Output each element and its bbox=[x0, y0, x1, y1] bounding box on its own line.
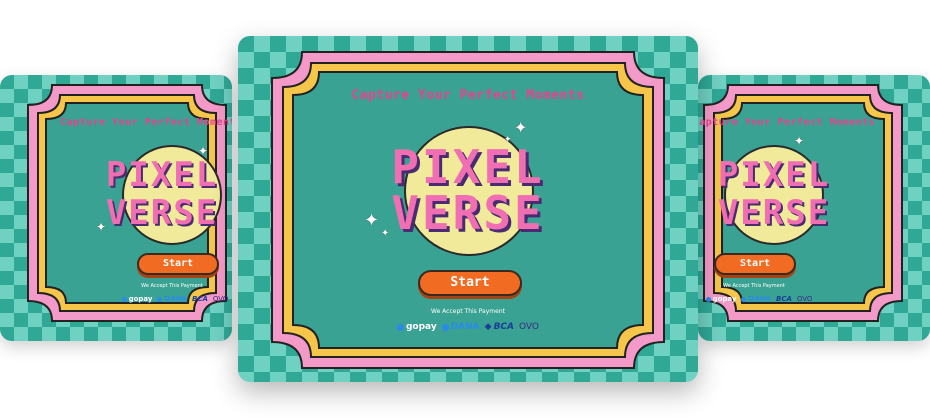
payment-caption: We Accept This Payment bbox=[141, 283, 203, 289]
logo-verse: VERSE bbox=[105, 193, 219, 233]
gopay-icon bbox=[705, 296, 711, 302]
sparkle-icon: ✦ bbox=[364, 210, 380, 231]
sparkle-icon: ✦ bbox=[96, 220, 107, 234]
dana-icon bbox=[741, 296, 747, 302]
logo-pixel: PIXEL bbox=[105, 155, 219, 195]
payment-caption: We Accept This Payment bbox=[431, 308, 505, 315]
bca-label: BCA bbox=[775, 295, 792, 303]
dana-icon bbox=[441, 323, 449, 331]
payment-logos: gopay DANA BCA OVO bbox=[118, 295, 232, 303]
logo-verse: VERSE bbox=[717, 193, 831, 233]
bca-label: BCA bbox=[493, 322, 514, 332]
payment-caption: We Accept This Payment bbox=[723, 283, 785, 289]
sparkle-icon: ✦ bbox=[514, 118, 528, 137]
dana-logo: DANA bbox=[157, 295, 187, 303]
sparkle-icon: ✦ bbox=[794, 134, 805, 148]
ovo-logo: OVO bbox=[519, 322, 539, 332]
dana-logo: DANA bbox=[441, 322, 480, 332]
dana-icon bbox=[157, 296, 163, 302]
dana-label: DANA bbox=[450, 322, 480, 332]
bca-logo: BCA bbox=[776, 295, 792, 303]
title: Capture Your Perfect Moments bbox=[351, 88, 585, 103]
gopay-label: gopay bbox=[712, 295, 737, 303]
gopay-logo: gopay bbox=[121, 295, 153, 303]
start-button[interactable]: Start bbox=[137, 253, 219, 275]
sparkle-icon: ✦ bbox=[504, 135, 512, 145]
right-preview-card: Capture Your Perfect Moments PIXEL VERSE… bbox=[698, 75, 930, 341]
ovo-logo: OVO bbox=[213, 295, 229, 303]
ovo-label: OVO bbox=[796, 295, 813, 303]
title: Capture Your Perfect Moments bbox=[60, 117, 232, 128]
start-button[interactable]: Start bbox=[714, 253, 796, 275]
ovo-label: OVO bbox=[212, 295, 229, 303]
gopay-logo: gopay bbox=[396, 322, 437, 332]
logo-verse: VERSE bbox=[391, 186, 545, 240]
dana-label: DANA bbox=[748, 295, 771, 303]
bca-icon: ◆ bbox=[484, 322, 492, 332]
left-preview-card: Capture Your Perfect Moments PIXEL VERSE… bbox=[0, 75, 232, 341]
gopay-logo: gopay bbox=[705, 295, 737, 303]
payment-logos: gopay DANA ◆ BCA OVO bbox=[238, 322, 698, 332]
bca-label: BCA bbox=[191, 295, 208, 303]
logo-pixel: PIXEL bbox=[717, 155, 831, 195]
main-card: Capture Your Perfect Moments PIXEL VERSE… bbox=[238, 36, 698, 382]
title: Capture Your Perfect Moments bbox=[698, 117, 876, 128]
start-button[interactable]: Start bbox=[418, 270, 522, 296]
bca-logo: BCA bbox=[192, 295, 208, 303]
gopay-label: gopay bbox=[405, 322, 437, 332]
sparkle-icon: ✦ bbox=[381, 228, 390, 239]
payment-logos: gopay DANA BCA OVO bbox=[698, 295, 930, 303]
bca-logo: ◆ BCA bbox=[485, 322, 514, 332]
dana-logo: DANA bbox=[741, 295, 771, 303]
ovo-logo: OVO bbox=[797, 295, 813, 303]
gopay-icon bbox=[396, 323, 404, 331]
sparkle-icon: ✦ bbox=[198, 144, 209, 158]
gopay-icon bbox=[121, 296, 127, 302]
dana-label: DANA bbox=[164, 295, 187, 303]
gopay-label: gopay bbox=[128, 295, 153, 303]
ovo-label: OVO bbox=[519, 322, 540, 332]
